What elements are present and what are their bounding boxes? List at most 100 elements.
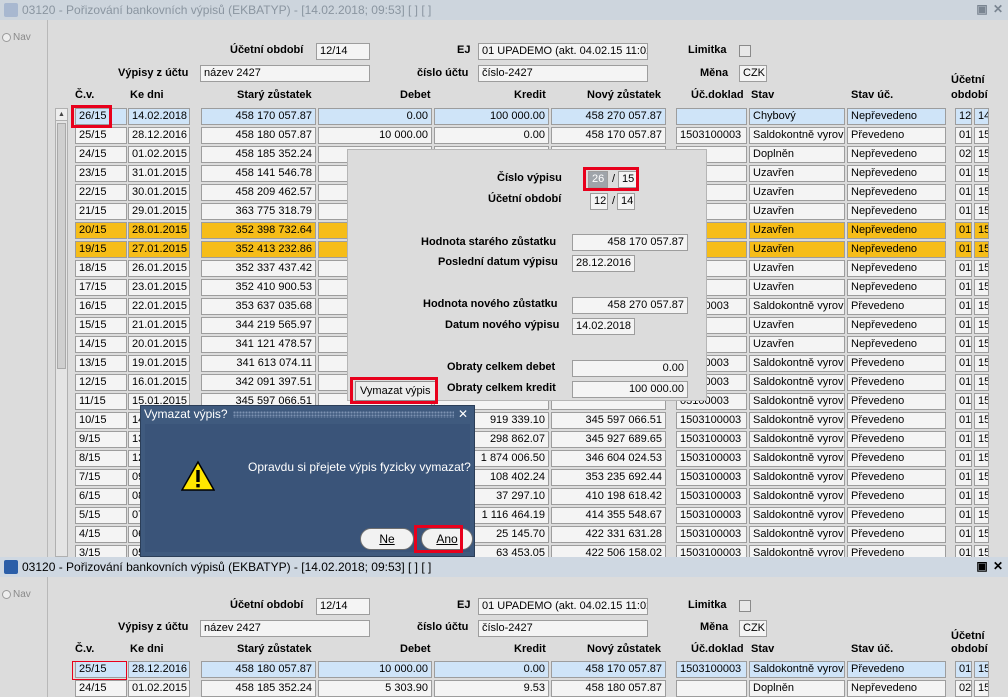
cell-novy[interactable]: 458 270 057.87 [551, 108, 666, 125]
cell-obd2[interactable]: 15 [974, 127, 989, 144]
cell-stav-uc[interactable]: Převedeno [847, 469, 946, 486]
cell-obd1[interactable]: 01 [955, 279, 972, 296]
cell-obd2[interactable]: 15 [974, 222, 989, 239]
yes-button[interactable]: Ano [421, 528, 473, 550]
cell-doklad[interactable]: 1503100003 [676, 526, 747, 543]
cell-kredit[interactable]: 100 000.00 [434, 108, 549, 125]
ucetni-obdobi-month-field[interactable]: 12 [590, 193, 608, 210]
hodnota-stareho-field[interactable]: 458 170 057.87 [572, 234, 688, 251]
cell-ke-dni[interactable]: 22.01.2015 [128, 298, 190, 315]
cell-ke-dni[interactable]: 29.01.2015 [128, 203, 190, 220]
cell-obd1[interactable]: 01 [955, 222, 972, 239]
cell-stav-uc[interactable]: Nepřevedeno [847, 279, 946, 296]
cell-cv[interactable]: 5/15 [75, 507, 127, 524]
cell-cv[interactable]: 22/15 [75, 184, 127, 201]
cell-stary[interactable]: 341 613 074.11 [201, 355, 316, 372]
cell-ke-dni[interactable]: 30.01.2015 [128, 184, 190, 201]
cell-stav[interactable]: Uzavřen [749, 203, 845, 220]
cell-cv[interactable]: 6/15 [75, 488, 127, 505]
cell-obd1[interactable]: 01 [955, 488, 972, 505]
cell-obd2[interactable]: 14 [974, 108, 989, 125]
vymazat-vypis-button[interactable]: Vymazat výpis [355, 381, 436, 401]
table-scrollbar[interactable]: ▲ [55, 108, 68, 557]
cell-cv[interactable]: 3/15 [75, 545, 127, 557]
cell-obd1[interactable]: 01 [955, 317, 972, 334]
cell-cv[interactable]: 9/15 [75, 431, 127, 448]
cell-stav[interactable]: Uzavřen [749, 336, 845, 353]
cell-stav[interactable]: Saldokontně vyrovn [749, 526, 845, 543]
cell-obd2[interactable]: 15 [974, 393, 989, 410]
cell-cv[interactable]: 7/15 [75, 469, 127, 486]
cell-stav-uc[interactable]: Převedeno [847, 661, 946, 678]
cell-obd1[interactable]: 01 [955, 336, 972, 353]
cell-obd1[interactable]: 12 [955, 108, 972, 125]
cell-stav[interactable]: Saldokontně vyrovn [749, 355, 845, 372]
cell-obd1[interactable]: 01 [955, 469, 972, 486]
cell-stav-uc[interactable]: Převedeno [847, 545, 946, 557]
cell-obd2[interactable]: 15 [974, 241, 989, 258]
cell-stav[interactable]: Saldokontně vyrovn [749, 488, 845, 505]
cell-stav[interactable]: Uzavřen [749, 317, 845, 334]
cell-obd1[interactable]: 01 [955, 203, 972, 220]
cell-debet[interactable]: 5 303.90 [318, 680, 432, 697]
cell-obd2[interactable]: 15 [974, 469, 989, 486]
cell-ke-dni[interactable]: 23.01.2015 [128, 279, 190, 296]
cell-ke-dni[interactable]: 19.01.2015 [128, 355, 190, 372]
cell-stav-uc[interactable]: Nepřevedeno [847, 680, 946, 697]
cell-ke-dni[interactable]: 31.01.2015 [128, 165, 190, 182]
cell-doklad[interactable]: 1503100003 [676, 412, 747, 429]
cell-stary[interactable]: 352 398 732.64 [201, 222, 316, 239]
cell-novy[interactable]: 458 170 057.87 [551, 661, 666, 678]
cell-ke-dni[interactable]: 28.01.2015 [128, 222, 190, 239]
cell-cv[interactable]: 15/15 [75, 317, 127, 334]
cell-ke-dni[interactable]: 21.01.2015 [128, 317, 190, 334]
cell-obd1[interactable]: 01 [955, 241, 972, 258]
cell-debet[interactable]: 0.00 [318, 108, 432, 125]
cell-stav-uc[interactable]: Nepřevedeno [847, 184, 946, 201]
close-icon[interactable]: ✕ [991, 559, 1005, 573]
cell-stav[interactable]: Saldokontně vyrovn [749, 545, 845, 557]
ucetni-obdobi-field[interactable]: 12/14 [316, 598, 370, 615]
cell-doklad[interactable]: 1503100003 [676, 431, 747, 448]
arrow-up-icon[interactable]: ▲ [56, 109, 67, 121]
cell-stav-uc[interactable]: Převedeno [847, 355, 946, 372]
mena-field[interactable]: CZK [739, 620, 767, 637]
cell-obd1[interactable]: 01 [955, 526, 972, 543]
cell-doklad[interactable]: 1503100003 [676, 507, 747, 524]
cell-novy[interactable]: 410 198 618.42 [551, 488, 666, 505]
cell-novy[interactable]: 353 235 692.44 [551, 469, 666, 486]
cell-stav-uc[interactable]: Nepřevedeno [847, 317, 946, 334]
cell-stav-uc[interactable]: Nepřevedeno [847, 260, 946, 277]
cell-stary[interactable]: 458 180 057.87 [201, 661, 316, 678]
cell-novy[interactable]: 345 597 066.51 [551, 412, 666, 429]
cell-obd1[interactable]: 02 [955, 680, 972, 697]
cell-stary[interactable]: 458 209 462.57 [201, 184, 316, 201]
cell-obd2[interactable]: 15 [974, 165, 989, 182]
cell-cv[interactable]: 20/15 [75, 222, 127, 239]
cislo-vypisu-field[interactable]: 26 [588, 171, 608, 188]
cell-cv[interactable]: 13/15 [75, 355, 127, 372]
cell-stav-uc[interactable]: Převedeno [847, 127, 946, 144]
cislo-uctu-field[interactable]: číslo-2427 [478, 65, 648, 82]
cell-cv[interactable]: 21/15 [75, 203, 127, 220]
mena-field[interactable]: CZK [739, 65, 767, 82]
cell-ke-dni[interactable]: 14.02.2018 [128, 108, 190, 125]
cell-obd2[interactable]: 15 [974, 661, 989, 678]
cell-cv[interactable]: 19/15 [75, 241, 127, 258]
cell-cv[interactable]: 17/15 [75, 279, 127, 296]
cell-stary[interactable]: 352 410 900.53 [201, 279, 316, 296]
cell-kredit[interactable]: 0.00 [434, 661, 549, 678]
cell-novy[interactable]: 346 604 024.53 [551, 450, 666, 467]
maximize-icon[interactable]: ▣ [975, 2, 989, 16]
cell-obd2[interactable]: 15 [974, 298, 989, 315]
cell-obd1[interactable]: 01 [955, 298, 972, 315]
cell-obd2[interactable]: 15 [974, 507, 989, 524]
cell-stary[interactable]: 458 170 057.87 [201, 108, 316, 125]
datum-noveho-field[interactable]: 14.02.2018 [572, 318, 635, 335]
cell-doklad[interactable]: 1503100003 [676, 661, 747, 678]
cell-obd2[interactable]: 15 [974, 279, 989, 296]
ucetni-obdobi-field[interactable]: 12/14 [316, 43, 370, 60]
cell-cv[interactable]: 18/15 [75, 260, 127, 277]
cislo-vypisu-year-field[interactable]: 15 [618, 171, 637, 188]
cell-cv[interactable]: 24/15 [75, 146, 127, 163]
